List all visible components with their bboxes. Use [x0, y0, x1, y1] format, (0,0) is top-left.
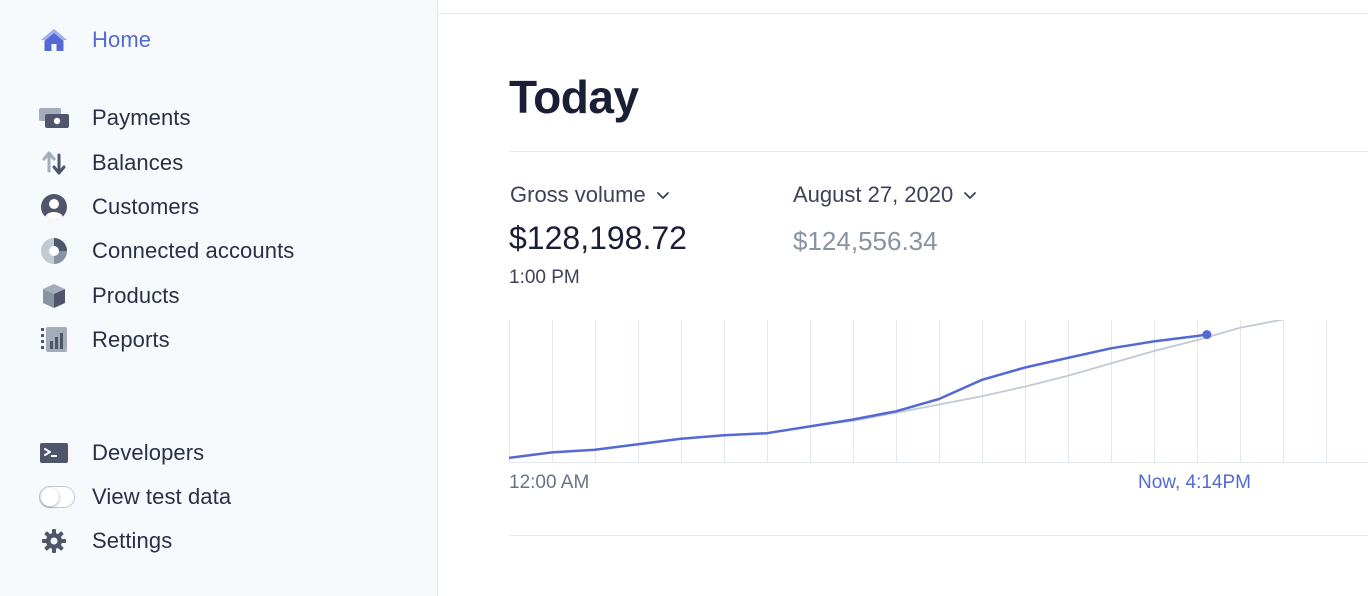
today-series-line: [509, 335, 1207, 458]
sidebar-item-label: Home: [92, 27, 151, 53]
terminal-icon: [39, 438, 69, 468]
gear-icon: [39, 526, 69, 556]
top-divider: [439, 13, 1368, 14]
sidebar: Home Payments Balances: [0, 0, 438, 596]
balances-icon: [39, 148, 69, 178]
x-axis-start-label: 12:00 AM: [509, 472, 589, 494]
gross-volume-value: $128,198.72: [509, 220, 687, 257]
bottom-divider: [509, 535, 1368, 536]
products-icon: [39, 281, 69, 311]
chevron-down-icon: [963, 188, 977, 202]
sidebar-item-label: Developers: [92, 440, 204, 466]
metric-selector-label: Gross volume: [510, 182, 646, 208]
comparison-series-line: [509, 320, 1368, 458]
payments-icon: [39, 103, 69, 133]
sidebar-item-label: Reports: [92, 327, 170, 353]
compare-date-label: August 27, 2020: [793, 182, 953, 208]
sidebar-item-products[interactable]: Products: [0, 276, 438, 316]
home-icon: [39, 25, 69, 55]
sidebar-item-label: View test data: [92, 484, 231, 510]
metric-selector[interactable]: Gross volume: [510, 182, 670, 208]
compare-value: $124,556.34: [793, 226, 938, 257]
sidebar-item-settings[interactable]: Settings: [0, 521, 438, 561]
sidebar-item-reports[interactable]: Reports: [0, 320, 438, 360]
sidebar-item-label: Settings: [92, 528, 172, 554]
page-title: Today: [509, 70, 639, 124]
customers-icon: [39, 192, 69, 222]
chevron-down-icon: [656, 188, 670, 202]
sidebar-item-payments[interactable]: Payments: [0, 98, 438, 138]
main-content: Today Gross volume August 27, 2020 $128,…: [439, 0, 1368, 596]
connected-accounts-icon: [39, 236, 69, 266]
sidebar-item-label: Customers: [92, 194, 199, 220]
sidebar-item-label: Payments: [92, 105, 191, 131]
current-point-marker[interactable]: [1202, 330, 1211, 339]
sidebar-item-customers[interactable]: Customers: [0, 187, 438, 227]
sidebar-item-label: Products: [92, 283, 180, 309]
reports-icon: [39, 325, 69, 355]
gross-volume-chart: [509, 320, 1368, 470]
toggle-switch[interactable]: [37, 482, 77, 512]
value-time: 1:00 PM: [509, 267, 580, 289]
sidebar-item-home[interactable]: Home: [0, 20, 438, 60]
sidebar-item-developers[interactable]: Developers: [0, 433, 438, 473]
title-divider: [509, 151, 1368, 152]
sidebar-item-view-test-data[interactable]: View test data: [0, 477, 438, 517]
sidebar-item-balances[interactable]: Balances: [0, 143, 438, 183]
compare-date-selector[interactable]: August 27, 2020: [793, 182, 977, 208]
sidebar-item-connected-accounts[interactable]: Connected accounts: [0, 231, 438, 271]
sidebar-item-label: Balances: [92, 150, 183, 176]
x-axis-now-label: Now, 4:14PM: [1138, 472, 1251, 494]
sidebar-item-label: Connected accounts: [92, 238, 294, 264]
